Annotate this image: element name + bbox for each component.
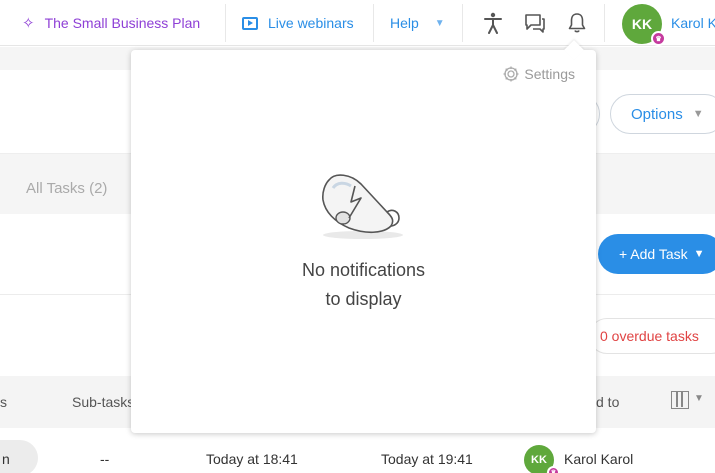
options-button[interactable]: Options ▼ <box>610 94 715 134</box>
chevron-down-icon: ▼ <box>693 248 705 260</box>
nav-divider <box>373 4 374 42</box>
accessibility-button[interactable] <box>481 11 505 35</box>
assignee-avatar: KK ♛ <box>524 445 560 473</box>
table-cell-due: Today at 19:41 <box>381 451 473 467</box>
messages-button[interactable] <box>523 11 547 35</box>
help-menu[interactable]: Help ▼ <box>390 0 445 46</box>
user-name[interactable]: Karol K <box>671 15 715 31</box>
notifications-popover: Settings No notifications to display <box>131 40 596 433</box>
settings-label: Settings <box>524 66 575 82</box>
tv-play-icon <box>242 16 258 30</box>
sparkle-icon: ✧ <box>22 15 35 32</box>
live-webinars-link[interactable]: Live webinars <box>242 0 354 46</box>
empty-state-line: to display <box>325 289 402 309</box>
bell-illustration-icon <box>322 174 403 239</box>
accessibility-icon <box>484 12 502 34</box>
empty-state-message: No notifications to display <box>131 256 596 314</box>
columns-icon[interactable] <box>671 391 689 409</box>
table-cell-subtasks: -- <box>100 451 110 467</box>
options-label: Options <box>631 105 683 123</box>
nav-divider <box>462 4 463 42</box>
add-task-label: + Add Task <box>619 246 688 262</box>
chat-icon <box>525 14 545 33</box>
crown-icon: ♛ <box>651 31 666 46</box>
add-task-button[interactable]: + Add Task ▼ <box>598 234 715 274</box>
plan-link[interactable]: ✧ The Small Business Plan <box>22 0 200 46</box>
notifications-button[interactable] <box>565 11 589 35</box>
column-header-subtasks[interactable]: Sub-tasks <box>72 394 134 410</box>
table-cell-start: Today at 18:41 <box>206 451 298 467</box>
table-cell-assignee: Karol Karol <box>564 451 634 467</box>
column-header[interactable]: s <box>0 394 7 410</box>
chevron-down-icon: ▼ <box>434 17 445 29</box>
user-avatar[interactable]: KK ♛ <box>622 4 666 46</box>
tab-all-tasks[interactable]: All Tasks (2) <box>26 180 107 197</box>
chevron-down-icon: ▼ <box>692 108 704 120</box>
top-navigation-bar: ✧ The Small Business Plan Live webinars … <box>0 0 715 46</box>
notification-settings-link[interactable]: Settings <box>502 65 575 83</box>
bell-icon <box>568 13 586 33</box>
table-cell: n <box>2 451 10 467</box>
plan-label: The Small Business Plan <box>44 15 201 31</box>
overdue-tasks-badge[interactable]: 0 overdue tasks <box>589 318 715 354</box>
chevron-down-icon[interactable]: ▼ <box>694 393 704 404</box>
column-header-assigned[interactable]: d to <box>596 394 619 410</box>
avatar-initials: KK <box>531 454 547 466</box>
nav-divider <box>225 4 226 42</box>
nav-divider <box>604 4 605 42</box>
avatar-initials: KK <box>631 16 653 32</box>
gear-icon <box>503 66 519 82</box>
empty-state-line: No notifications <box>301 260 426 280</box>
webinars-label: Live webinars <box>268 15 354 31</box>
crown-icon: ♛ <box>547 466 560 473</box>
help-label: Help <box>390 15 419 31</box>
